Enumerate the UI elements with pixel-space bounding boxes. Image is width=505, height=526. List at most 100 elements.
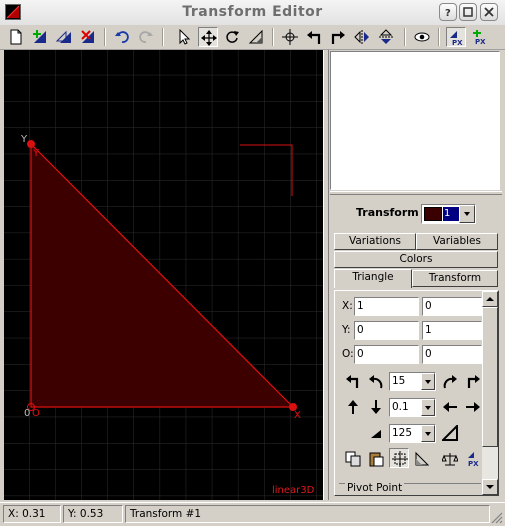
vertex-y-label: Y	[20, 134, 28, 145]
scroll-down-button[interactable]	[482, 479, 498, 495]
add-transform-button[interactable]	[30, 27, 50, 47]
move-left-button[interactable]	[440, 397, 460, 417]
tab-colors[interactable]: Colors	[334, 251, 498, 268]
vertex-x-label: X	[294, 410, 301, 421]
redo-icon	[139, 31, 153, 43]
tab-transform[interactable]: Transform	[412, 270, 498, 287]
transform-color-swatch	[424, 207, 442, 221]
flip-horizontal-icon	[354, 30, 369, 44]
redo-button[interactable]	[136, 27, 156, 47]
rotate-right-90-button[interactable]	[463, 371, 483, 391]
chevron-up-icon	[486, 297, 494, 301]
coord-x-a-field[interactable]: 1	[354, 297, 419, 316]
coord-o-b-field[interactable]: 0	[422, 345, 482, 364]
large-triangle-icon	[442, 425, 458, 441]
balance-button[interactable]	[440, 449, 460, 469]
maximize-icon	[463, 7, 473, 17]
turn-left-icon	[307, 31, 321, 44]
rotate-left-90-button[interactable]	[343, 371, 363, 391]
select-mode-button[interactable]	[174, 27, 194, 47]
crosshair-icon	[282, 29, 298, 45]
scale-mode-button[interactable]	[246, 27, 266, 47]
copy-coords-button[interactable]	[343, 449, 363, 469]
toolbar-separator	[272, 28, 274, 46]
toggle-view-button[interactable]	[412, 27, 432, 47]
coord-x-label: X:	[342, 300, 353, 312]
transform-selector[interactable]: 1	[421, 204, 476, 224]
eye-icon	[414, 32, 430, 42]
chevron-down-icon[interactable]	[421, 373, 435, 390]
reset-position-button[interactable]	[280, 27, 300, 47]
rotate-ccw-button[interactable]	[366, 371, 386, 391]
grid-and-triangle[interactable]: Y Y 0 O X	[4, 50, 323, 500]
transform-number: 1	[443, 207, 459, 221]
coord-y-b-field[interactable]: 1	[422, 321, 482, 340]
flip-horizontal-button[interactable]	[352, 27, 372, 47]
rotate-cw-button[interactable]	[440, 371, 460, 391]
paste-icon	[369, 452, 384, 467]
copy-icon	[345, 451, 361, 467]
rotate-left-button[interactable]	[304, 27, 324, 47]
coord-y-label: Y:	[342, 324, 351, 336]
flip-vertical-button[interactable]	[376, 27, 396, 47]
scale-up-button[interactable]	[440, 423, 460, 443]
pre-transform-button[interactable]: PX	[470, 27, 490, 47]
coord-o-a-field[interactable]: 0	[354, 345, 419, 364]
scroll-thumb[interactable]	[482, 307, 498, 447]
transform-panel: Transform 1 Variations Variables Colors …	[330, 195, 502, 500]
new-document-icon	[10, 29, 22, 45]
vertex-y-handle[interactable]	[27, 140, 35, 148]
flame-preview	[330, 51, 500, 190]
vertical-splitter[interactable]	[323, 50, 329, 500]
add-triangle-icon	[33, 30, 46, 43]
scroll-up-button[interactable]	[482, 291, 498, 307]
rotate-angle-combo[interactable]: 15	[389, 372, 436, 391]
post-transform-icon: PX	[450, 31, 463, 46]
undo-icon	[115, 31, 129, 43]
title-bar: Transform Editor ?	[0, 0, 505, 26]
chevron-down-icon[interactable]	[459, 205, 475, 223]
post-transform-button[interactable]: PX	[446, 27, 466, 47]
scale-down-button[interactable]	[366, 423, 386, 443]
vertex-y-label-red: Y	[32, 148, 40, 159]
move-step-combo[interactable]: 0.1	[389, 398, 436, 417]
scale-percent-combo[interactable]: 125	[389, 424, 436, 443]
maximize-button[interactable]	[459, 3, 477, 21]
move-down-button[interactable]	[366, 397, 386, 417]
toolbar-separator	[162, 28, 164, 46]
arrow-left-icon	[443, 402, 457, 412]
panel-scrollbar[interactable]	[482, 291, 498, 495]
paste-coords-button[interactable]	[366, 449, 386, 469]
delete-triangle-icon	[81, 30, 94, 43]
select-rect-button[interactable]	[389, 448, 409, 468]
pivot-point-group: Pivot Point	[339, 482, 481, 495]
small-triangle-icon	[371, 430, 381, 438]
pointer-icon	[179, 29, 191, 45]
chevron-down-icon[interactable]	[421, 425, 435, 442]
rotate-mode-button[interactable]	[222, 27, 242, 47]
resize-grip-icon[interactable]	[491, 512, 503, 524]
triangle-tab-content: X: 1 0 Y: 0 1 O: 0 0 15 0.1 125 PX Pivot…	[334, 290, 499, 496]
tab-variations[interactable]: Variations	[334, 233, 416, 250]
close-button[interactable]	[480, 3, 498, 21]
move-mode-button[interactable]	[198, 27, 218, 47]
move-right-button[interactable]	[463, 397, 483, 417]
new-transform-button[interactable]	[6, 27, 26, 47]
help-button[interactable]: ?	[439, 3, 457, 21]
move-up-button[interactable]	[343, 397, 363, 417]
triangle-pivot-button[interactable]	[412, 449, 432, 469]
coord-x-b-field[interactable]: 0	[422, 297, 482, 316]
delete-transform-button[interactable]	[78, 27, 98, 47]
toolbar: PX PX	[0, 25, 505, 50]
coord-y-a-field[interactable]: 0	[354, 321, 419, 340]
undo-button[interactable]	[112, 27, 132, 47]
post-transform-toggle[interactable]: PX	[463, 449, 483, 469]
chevron-down-icon[interactable]	[421, 399, 435, 416]
tab-triangle[interactable]: Triangle	[334, 269, 412, 288]
duplicate-transform-button[interactable]	[54, 27, 74, 47]
scale-percent-value: 125	[392, 427, 413, 439]
rotate-right-button[interactable]	[328, 27, 348, 47]
scale-triangle-icon	[248, 29, 263, 44]
tab-variables[interactable]: Variables	[416, 233, 498, 250]
transform-canvas[interactable]: Y Y 0 O X linear3D	[4, 50, 323, 500]
